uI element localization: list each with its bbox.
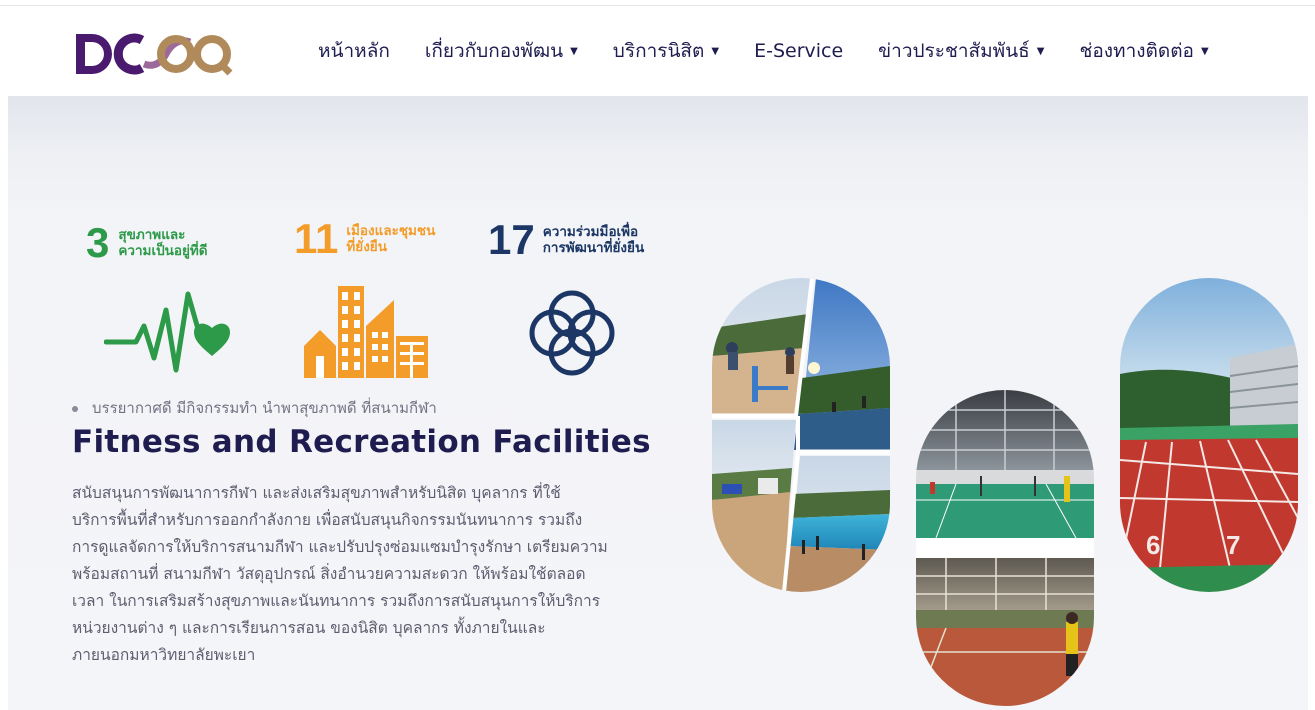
partnership-flower-icon: [529, 290, 615, 376]
sdg-number: 17: [488, 216, 535, 263]
main-nav: หน้าหลัก เกี่ยวกับกองพัฒน ▼ บริการนิสิต ▼ …: [318, 36, 1209, 66]
track-lane-number: 7: [1226, 530, 1240, 560]
photo-outdoor-gym: [712, 278, 890, 592]
caret-down-icon: ▼: [1036, 45, 1045, 57]
nav-label: บริการนิสิต: [612, 40, 705, 62]
caret-down-icon: ▼: [1200, 45, 1209, 57]
track-lane-number: 6: [1146, 530, 1160, 560]
nav-label: E-Service: [754, 40, 844, 62]
caret-down-icon: ▼: [711, 45, 720, 57]
photo-collage-indoor: [916, 390, 1094, 706]
sdg-text: สุขภาพและ: [118, 227, 186, 243]
description-line: หน่วยงานต่าง ๆ และการเรียนการสอน ของนิสิ…: [72, 619, 546, 637]
photo-collage-outdoor: [712, 278, 890, 592]
nav-item-student-services[interactable]: บริการนิสิต ▼: [613, 36, 719, 66]
caret-down-icon: ▼: [570, 45, 578, 57]
heartbeat-heart-icon: [104, 291, 230, 373]
sdg-11-label: 11 เมืองและชุมชน ที่ยั่งยืน: [294, 218, 435, 260]
nav-label: เกี่ยวกับกองพัฒน: [424, 40, 564, 62]
nav-label: หน้าหลัก: [318, 40, 390, 62]
site-header: หน้าหลัก เกี่ยวกับกองพัฒน ▼ บริการนิสิต ▼ …: [8, 6, 1308, 96]
nav-item-eservice[interactable]: E-Service: [754, 40, 843, 62]
sdg-text: ที่ยั่งยืน: [346, 239, 387, 255]
section-title: Fitness and Recreation Facilities: [72, 424, 651, 460]
nav-item-home[interactable]: หน้าหลัก: [318, 36, 390, 66]
sdg-text: เมืองและชุมชน: [346, 223, 436, 239]
nav-label: ช่องทางติดต่อ: [1079, 40, 1194, 62]
section-description: สนับสนุนการพัฒนาการกีฬา และส่งเสริมสุขภา…: [72, 480, 672, 669]
nav-item-contact[interactable]: ช่องทางติดต่อ ▼: [1079, 36, 1208, 66]
description-line: การดูแลจัดการให้บริการสนามกีฬา และปรับปร…: [72, 538, 608, 556]
sdg-text: ความเป็นอยู่ที่ดี: [118, 243, 208, 259]
photo-running-track: 6 7: [1120, 278, 1298, 592]
sdg-17-label: 17 ความร่วมมือเพื่อ การพัฒนาที่ยั่งยืน: [488, 219, 644, 261]
description-line: ภายนอกมหาวิทยาลัยพะเยา: [72, 646, 256, 664]
sdg-number: 3: [86, 219, 110, 266]
tagline: บรรยากาศดี มีกิจกรรมทำ นำพาสุขภาพดี ที่ส…: [72, 396, 437, 420]
tagline-text: บรรยากาศดี มีกิจกรรมทำ นำพาสุขภาพดี ที่ส…: [92, 399, 437, 417]
photo-track: 6 7: [1120, 278, 1298, 592]
sdg-number: 11: [294, 215, 339, 262]
photo-indoor-courts: [916, 390, 1094, 706]
nav-item-about[interactable]: เกี่ยวกับกองพัฒน ▼: [425, 36, 578, 66]
description-line: พร้อมสถานที่ สนามกีฬา วัสดุอุปกรณ์ สิ่งอ…: [72, 565, 586, 583]
sdg-text: การพัฒนาที่ยั่งยืน: [542, 240, 645, 256]
description-line: สนับสนุนการพัฒนาการกีฬา และส่งเสริมสุขภา…: [72, 484, 561, 502]
description-line: บริการพื้นที่สำหรับการออกกำลังกาย เพื่อส…: [72, 511, 583, 529]
sdg-text: ความร่วมมือเพื่อ: [542, 224, 639, 240]
city-buildings-icon: [304, 286, 428, 378]
nav-item-news[interactable]: ข่าวประชาสัมพันธ์ ▼: [878, 36, 1044, 66]
bullet-dot: [72, 405, 78, 412]
description-line: เวลา ในการเสริมสร้างสุขภาพและนันทนาการ ร…: [72, 592, 601, 610]
nav-label: ข่าวประชาสัมพันธ์: [878, 40, 1030, 62]
dc-logo[interactable]: [74, 30, 234, 78]
sdg-3-label: 3 สุขภาพและ ความเป็นอยู่ที่ดี: [86, 222, 208, 264]
